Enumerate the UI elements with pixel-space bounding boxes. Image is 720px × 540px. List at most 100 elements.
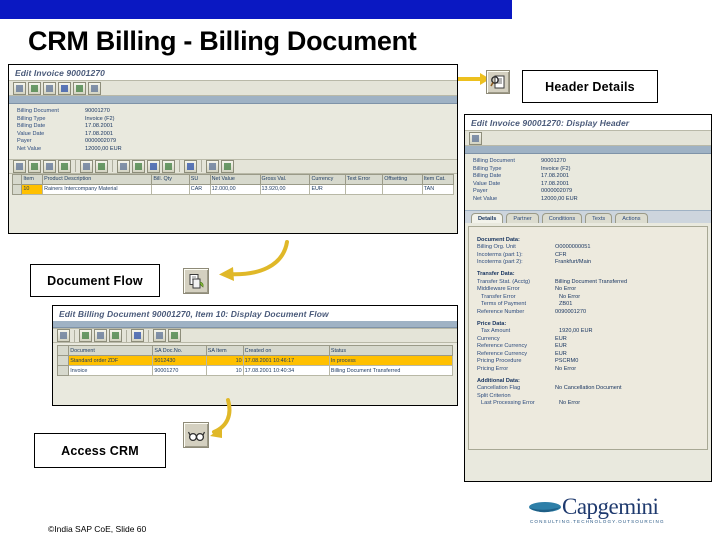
field-label: Reference Currency (477, 343, 528, 350)
cell-gross-value: 13.920,00 (259, 183, 311, 195)
refresh-icon[interactable] (221, 159, 234, 173)
back-icon[interactable] (13, 81, 26, 95)
header-details-icon[interactable] (73, 81, 86, 95)
row-handle[interactable] (56, 355, 70, 366)
document-flow-label: Document Flow (47, 273, 143, 288)
info-icon[interactable] (184, 159, 197, 173)
export-icon[interactable] (94, 329, 107, 342)
sort-icon[interactable] (43, 159, 56, 173)
layout-icon[interactable] (147, 159, 160, 173)
col-created-on[interactable]: Created on (242, 345, 330, 356)
history-icon[interactable] (43, 81, 56, 95)
cell-doc-no: 90001270 (152, 365, 207, 376)
tab-actions[interactable]: Actions (615, 212, 648, 223)
document-flow-button[interactable] (183, 268, 209, 294)
display-header-toolbar[interactable] (465, 130, 711, 146)
tab-texts[interactable]: Texts (585, 212, 613, 223)
detail-icon[interactable] (132, 159, 145, 173)
table-row[interactable]: 10 Rainers Intercompany Material CAR 12.… (11, 183, 455, 195)
filter-icon[interactable] (28, 159, 41, 173)
field-label: Net Value (473, 195, 498, 202)
field-row: Incoterms (part 1): CFR (477, 252, 701, 260)
tab-details[interactable]: Details (471, 212, 504, 223)
table-row[interactable]: Invoice 90001270 10 17.08.2001 10:40:34 … (56, 365, 454, 376)
field-value: 17.08.2001 (541, 180, 569, 187)
print-icon[interactable] (88, 81, 101, 95)
tab-partner[interactable]: Partner (506, 212, 539, 223)
col-su[interactable]: SU (188, 173, 211, 185)
refresh-icon[interactable] (28, 81, 41, 95)
item-grid-toolbar[interactable] (9, 158, 457, 174)
row-handle[interactable] (56, 365, 70, 376)
info-icon[interactable] (131, 329, 144, 342)
toolbar-separator (74, 329, 75, 342)
col-bill-qty[interactable]: Bill. Qty (151, 173, 190, 185)
col-offsetting[interactable]: Offsetting (382, 173, 423, 185)
toolbar-separator (75, 160, 76, 173)
glasses-icon (187, 431, 205, 441)
field-label: Billing Org. Unit (477, 244, 516, 251)
field-row: Billing Type Invoice (F2) (17, 116, 451, 124)
find-icon[interactable] (58, 159, 71, 173)
col-item[interactable]: Item (21, 173, 44, 185)
col-status[interactable]: Status (328, 345, 454, 356)
field-row: Pricing Error No Error (477, 366, 701, 374)
access-crm-button[interactable] (183, 422, 209, 448)
header-details-callout: Header Details (522, 70, 658, 103)
detail-icon[interactable] (168, 329, 181, 342)
export-icon[interactable] (117, 159, 130, 173)
col-sa-item[interactable]: SA Item (205, 345, 244, 356)
table-row[interactable]: Standard order ZDF 5012430 10 17.08.2001… (56, 355, 454, 366)
cell-created-on: 17.08.2001 10:40:34 (242, 365, 330, 376)
document-flow-title: Edit Billing Document 90001270, Item 10:… (53, 306, 457, 321)
print-icon[interactable] (13, 159, 26, 173)
field-row: Incoterms (part 2): Frankfurt/Main (477, 259, 701, 267)
edit-invoice-toolbar[interactable] (9, 80, 457, 96)
field-row: Currency EUR (477, 336, 701, 344)
search-icon[interactable] (206, 159, 219, 173)
row-select-icon[interactable] (56, 345, 70, 356)
field-label: Billing Date (473, 173, 502, 180)
copy-icon[interactable] (58, 81, 71, 95)
cell-created-on: 17.08.2001 10:46:17 (242, 355, 330, 366)
invoice-header-fields: Billing Document 90001270 Billing Type I… (9, 104, 457, 159)
grid-icon[interactable] (162, 159, 175, 173)
row-handle[interactable] (11, 183, 23, 195)
document-flow-callout: Document Flow (30, 264, 160, 297)
field-row: Terms of Payment ZB01 (477, 301, 701, 309)
col-net-value[interactable]: Net Value (209, 173, 261, 185)
col-document[interactable]: Document (68, 345, 154, 356)
slide-canvas: CRM Billing - Billing Document Edit Invo… (0, 0, 720, 540)
col-sa-doc-no[interactable]: SA Doc.No. (152, 345, 207, 356)
grid-icon[interactable] (109, 329, 122, 342)
tab-conditions[interactable]: Conditions (541, 212, 583, 223)
field-value: Billing Document Transferred (555, 278, 628, 285)
field-value: No Error (559, 293, 581, 300)
col-item-cat[interactable]: Item Cat. (421, 173, 455, 185)
col-text-error[interactable]: Text Error (344, 173, 384, 185)
display-icon[interactable] (469, 131, 482, 145)
field-row: Billing Document 90001270 (17, 108, 451, 116)
find-icon[interactable] (153, 329, 166, 342)
row-select-icon[interactable] (11, 173, 23, 185)
field-label: Value Date (17, 130, 45, 137)
cell-su: CAR (188, 183, 211, 195)
field-label: Reference Currency (477, 350, 528, 357)
refresh-icon[interactable] (79, 329, 92, 342)
subtotal-icon[interactable] (95, 159, 108, 173)
page-title: CRM Billing - Billing Document (28, 26, 417, 56)
header-details-button[interactable] (486, 70, 510, 94)
field-value: 17.08.2001 (85, 130, 113, 137)
cell-text-error (344, 183, 384, 195)
field-value: 1920,00 EUR (559, 328, 593, 335)
col-gross-value[interactable]: Gross Val. (259, 173, 311, 185)
header-tabstrip[interactable]: Details Partner Conditions Texts Actions (465, 209, 711, 223)
field-row: Reference Currency EUR (477, 351, 701, 359)
print-icon[interactable] (57, 329, 70, 342)
field-label: Transfer Stat. (Acctg) (477, 278, 530, 285)
col-currency[interactable]: Currency (309, 173, 346, 185)
document-flow-toolbar[interactable] (53, 328, 457, 343)
header-details-label: Header Details (545, 79, 635, 94)
total-icon[interactable] (80, 159, 93, 173)
col-product-description[interactable]: Product Description (42, 173, 153, 185)
